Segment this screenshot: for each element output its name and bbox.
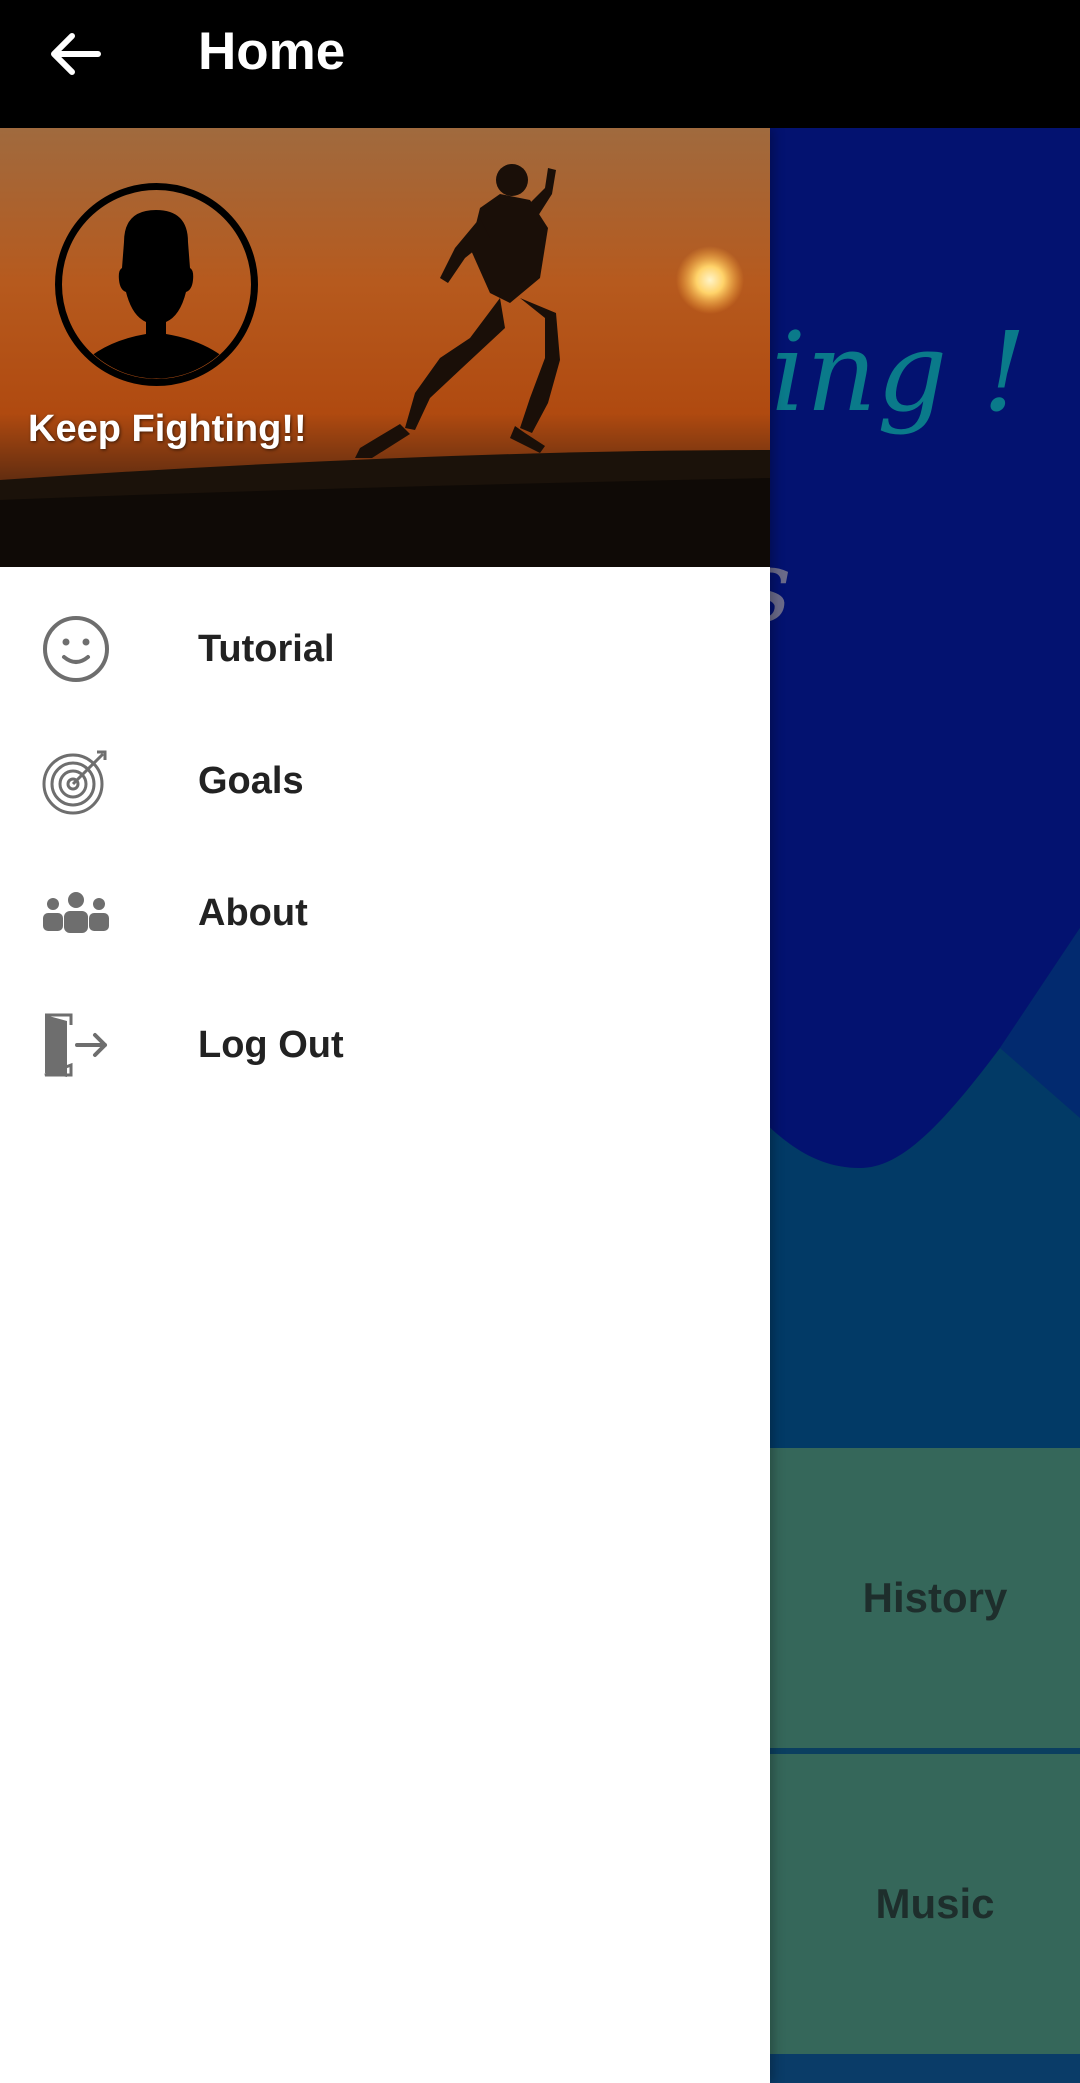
drawer-header: Keep Fighting!!	[0, 128, 770, 567]
menu-item-tutorial[interactable]: Tutorial	[0, 583, 770, 715]
menu-label-log-out: Log Out	[198, 1023, 344, 1066]
target-icon	[40, 745, 112, 817]
menu-item-goals[interactable]: Goals	[0, 715, 770, 847]
menu-item-log-out[interactable]: Log Out	[0, 979, 770, 1111]
avatar[interactable]	[54, 182, 259, 387]
history-tile-label: History	[862, 1574, 1008, 1621]
drawer-menu: Tutorial Goals About Log Out	[0, 583, 770, 1111]
music-tile-label: Music	[875, 1880, 995, 1927]
person-silhouette-icon	[55, 183, 258, 386]
app-bar: Home	[0, 0, 1080, 128]
menu-label-about: About	[198, 891, 308, 934]
exit-door-icon	[40, 1009, 112, 1081]
navigation-drawer: Keep Fighting!! Tutorial Goals About Log…	[0, 128, 770, 2083]
menu-item-about[interactable]: About	[0, 847, 770, 979]
people-group-icon	[40, 877, 112, 949]
back-button[interactable]	[36, 14, 116, 94]
menu-label-tutorial: Tutorial	[198, 627, 335, 670]
smiley-face-icon	[40, 613, 112, 685]
page-title: Home	[198, 22, 346, 81]
arrow-left-icon	[51, 33, 101, 75]
header-caption: Keep Fighting!!	[28, 408, 307, 450]
menu-label-goals: Goals	[198, 759, 304, 802]
